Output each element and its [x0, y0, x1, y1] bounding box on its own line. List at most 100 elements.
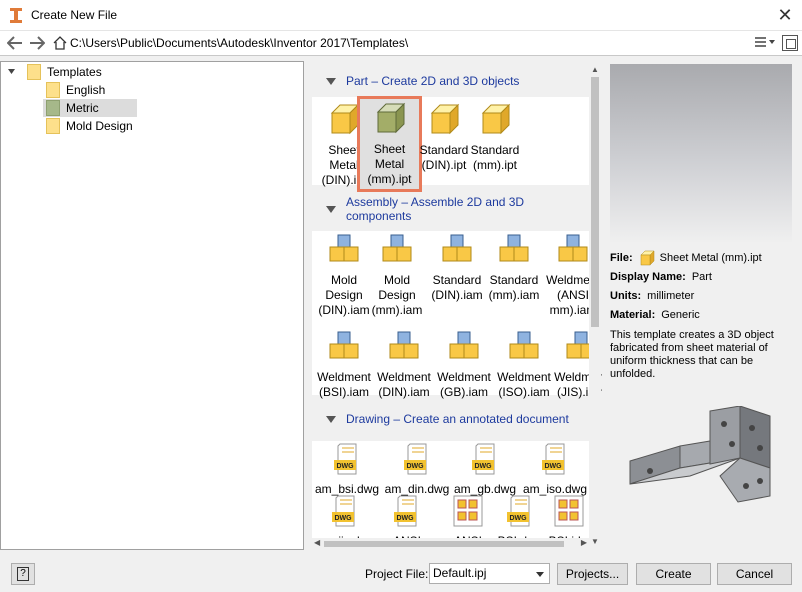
close-icon: ✕	[777, 5, 793, 25]
template-gallery: Part – Create 2D and 3D objects Sheet Me…	[312, 63, 602, 548]
units-value: millimeter	[647, 289, 695, 302]
dwg-file-icon: DWG	[404, 443, 427, 475]
svg-text:DWG: DWG	[334, 515, 352, 522]
tree-item-metric[interactable]: Metric	[43, 99, 137, 117]
part-cube-icon	[640, 249, 655, 266]
dwg-file-icon: DWG	[542, 443, 565, 475]
template-details: File: Sheet Metal (mm).ipt Display Name:…	[610, 248, 792, 381]
gallery-horizontal-scrollbar[interactable]: ◀ ▶	[312, 538, 589, 550]
section-title: Assembly – Assemble 2D and 3D components	[346, 195, 525, 223]
part-cube-icon	[376, 102, 405, 134]
collapse-triangle-icon	[326, 205, 336, 213]
template-description: This template creates a 3D object fabric…	[610, 329, 774, 380]
project-file-label: Project File:	[365, 567, 429, 581]
template-am-din-dwg[interactable]: DWG am_din.dwg	[382, 443, 452, 497]
idw-file-icon	[453, 495, 483, 527]
dwg-file-icon: DWG	[394, 495, 417, 527]
svg-text:DWG: DWG	[509, 515, 527, 522]
svg-text:DWG: DWG	[396, 515, 414, 522]
material-label: Material:	[610, 308, 656, 321]
template-label: Weldment (BSI).iam	[317, 370, 371, 399]
back-arrow-icon[interactable]	[7, 36, 23, 50]
address-bar: C:\Users\Public\Documents\Autodesk\Inven…	[0, 31, 802, 56]
project-file-value: Default.ipj	[433, 566, 487, 580]
part-cube-icon	[481, 103, 511, 135]
tree-item-label: English	[66, 83, 106, 97]
template-label: Standard (DIN).iam	[431, 273, 483, 302]
forward-arrow-icon[interactable]	[29, 36, 45, 50]
template-mold-design-mm-iam[interactable]: Mold Design (mm).iam	[366, 233, 428, 318]
scroll-thumb[interactable]	[591, 77, 599, 327]
project-file-select[interactable]: Default.ipj	[429, 563, 550, 584]
projects-button[interactable]: Projects...	[557, 563, 628, 585]
template-standard-din-iam[interactable]: Standard (DIN).iam	[426, 233, 488, 303]
template-label: Weldment (ISO).iam	[497, 370, 551, 399]
folder-icon	[46, 118, 60, 134]
assembly-icon	[499, 234, 529, 262]
tree-item-mold-design[interactable]: Mold Design	[46, 117, 133, 135]
template-weldment-gb-iam[interactable]: Weldment (GB).iam	[433, 330, 495, 400]
cancel-button[interactable]: Cancel	[717, 563, 792, 585]
collapse-toggle-icon[interactable]	[7, 67, 16, 76]
assembly-icon	[389, 331, 419, 359]
assembly-icon	[329, 331, 359, 359]
view-menu-icon[interactable]	[754, 35, 776, 49]
folder-icon	[46, 82, 60, 98]
template-label: Mold Design (mm).iam	[371, 273, 423, 317]
display-name-label: Display Name:	[610, 270, 686, 283]
assembly-icon	[509, 331, 539, 359]
template-standard-mm-ipt[interactable]: Standard (mm).ipt	[464, 103, 526, 173]
address-path[interactable]: C:\Users\Public\Documents\Autodesk\Inven…	[70, 36, 408, 50]
gallery-vertical-scrollbar[interactable]: ▲ ▼	[589, 63, 601, 548]
folder-tree: Templates English Metric Mold Design	[0, 61, 304, 550]
tree-item-label: Templates	[47, 65, 102, 79]
title-bar: Create New File ✕	[0, 0, 802, 31]
dwg-file-icon: DWG	[332, 495, 355, 527]
dialog-footer: ? Project File: Default.ipj Projects... …	[0, 556, 802, 592]
template-am-bsi-dwg[interactable]: DWG am_bsi.dwg	[312, 443, 382, 497]
template-weldment-iso-iam[interactable]: Weldment (ISO).iam	[493, 330, 555, 400]
template-label: Standard (mm).ipt	[470, 143, 520, 172]
file-label: File:	[610, 251, 633, 264]
display-name-value: Part	[691, 270, 712, 283]
tree-item-label: Metric	[66, 101, 99, 115]
scroll-thumb[interactable]	[324, 541, 564, 547]
help-button[interactable]: ?	[11, 563, 35, 585]
section-header-assembly[interactable]: Assembly – Assemble 2D and 3D components	[312, 195, 590, 223]
svg-text:DWG: DWG	[406, 463, 424, 470]
create-button[interactable]: Create	[636, 563, 711, 585]
dwg-file-icon: DWG	[472, 443, 495, 475]
scroll-right-icon[interactable]: ▶	[581, 538, 587, 547]
chevron-down-icon	[536, 572, 544, 577]
scroll-up-icon[interactable]: ▲	[591, 65, 599, 74]
section-title: Part – Create 2D and 3D objects	[346, 74, 520, 88]
assembly-icon	[382, 234, 412, 262]
template-standard-mm-iam[interactable]: Standard (mm).iam	[483, 233, 545, 303]
maximize-icon[interactable]	[782, 35, 798, 51]
section-title: Drawing – Create an annotated document	[346, 412, 569, 426]
section-header-part[interactable]: Part – Create 2D and 3D objects	[312, 69, 590, 93]
part-cube-icon	[330, 103, 360, 135]
section-header-drawing[interactable]: Drawing – Create an annotated document	[312, 407, 590, 431]
home-icon[interactable]	[53, 36, 67, 50]
template-am-gb-dwg[interactable]: DWG am_gb.dwg	[452, 443, 518, 497]
template-label: Standard (mm).iam	[488, 273, 540, 302]
close-button[interactable]: ✕	[768, 0, 802, 31]
scroll-left-icon[interactable]: ◀	[314, 538, 320, 547]
template-preview	[610, 64, 792, 244]
template-label: Sheet Metal (mm).ipt	[367, 142, 412, 186]
template-label: Weldment (GB).iam	[437, 370, 491, 399]
idw-file-icon	[554, 495, 584, 527]
template-am-iso-dwg[interactable]: DWG am_iso.dwg	[520, 443, 590, 497]
file-value: Sheet Metal (mm).ipt	[659, 251, 762, 264]
svg-text:DWG: DWG	[336, 463, 354, 470]
app-icon	[10, 8, 22, 23]
template-weldment-bsi-iam[interactable]: Weldment (BSI).iam	[313, 330, 375, 400]
template-weldment-din-iam[interactable]: Weldment (DIN).iam	[373, 330, 435, 400]
help-icon: ?	[17, 567, 29, 581]
collapse-triangle-icon	[326, 77, 336, 85]
tree-item-english[interactable]: English	[46, 81, 105, 99]
scroll-down-icon[interactable]: ▼	[591, 537, 599, 546]
assembly-icon	[442, 234, 472, 262]
tree-item-templates[interactable]: Templates	[27, 63, 102, 81]
